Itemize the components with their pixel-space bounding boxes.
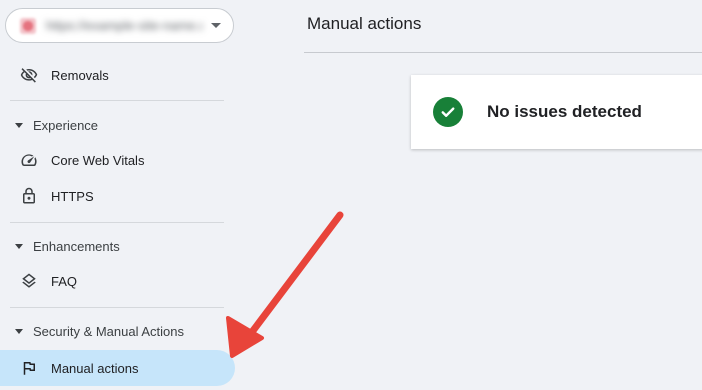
sidebar-item-faq[interactable]: FAQ: [0, 263, 235, 299]
page-title: Manual actions: [307, 14, 422, 33]
sidebar-item-label: FAQ: [51, 273, 78, 289]
lock-icon: [20, 187, 38, 205]
collapse-arrow-icon: [15, 122, 23, 128]
divider: [10, 307, 224, 308]
property-url: https://example-site-name.com/: [46, 18, 203, 33]
site-favicon-icon: [20, 17, 36, 34]
section-label: Experience: [33, 117, 99, 133]
collapse-arrow-icon: [15, 243, 23, 249]
sidebar-item-label: Removals: [51, 67, 109, 83]
sidebar-item-core-web-vitals[interactable]: Core Web Vitals: [0, 142, 235, 178]
layers-icon: [20, 272, 38, 290]
divider: [304, 52, 702, 53]
speed-gauge-icon: [20, 151, 38, 169]
visibility-off-icon: [20, 66, 38, 84]
status-card: No issues detected: [411, 75, 702, 149]
sidebar-item-label: Manual actions: [51, 360, 139, 376]
sidebar-item-label: Core Web Vitals: [51, 152, 145, 168]
divider: [10, 222, 224, 223]
sidebar-item-removals[interactable]: Removals: [0, 57, 235, 93]
property-selector[interactable]: https://example-site-name.com/: [5, 8, 234, 43]
sidebar-item-label: HTTPS: [51, 188, 94, 204]
sidebar-item-https[interactable]: HTTPS: [0, 178, 235, 214]
check-circle-icon: [433, 97, 463, 127]
sidebar: https://example-site-name.com/ Removals …: [0, 0, 240, 390]
main-content: Manual actions No issues detected: [240, 0, 702, 390]
section-label: Security & Manual Actions: [33, 323, 185, 339]
section-header-enhancements[interactable]: Enhancements: [0, 231, 235, 261]
section-header-security-manual-actions[interactable]: Security & Manual Actions: [0, 316, 235, 346]
collapse-arrow-icon: [15, 328, 23, 334]
status-message: No issues detected: [487, 102, 642, 121]
section-label: Enhancements: [33, 238, 120, 254]
flag-icon: [20, 359, 38, 377]
section-header-experience[interactable]: Experience: [0, 110, 235, 140]
divider: [10, 100, 224, 101]
sidebar-item-manual-actions[interactable]: Manual actions: [0, 350, 235, 386]
arrow-drop-down-icon: [211, 23, 221, 28]
